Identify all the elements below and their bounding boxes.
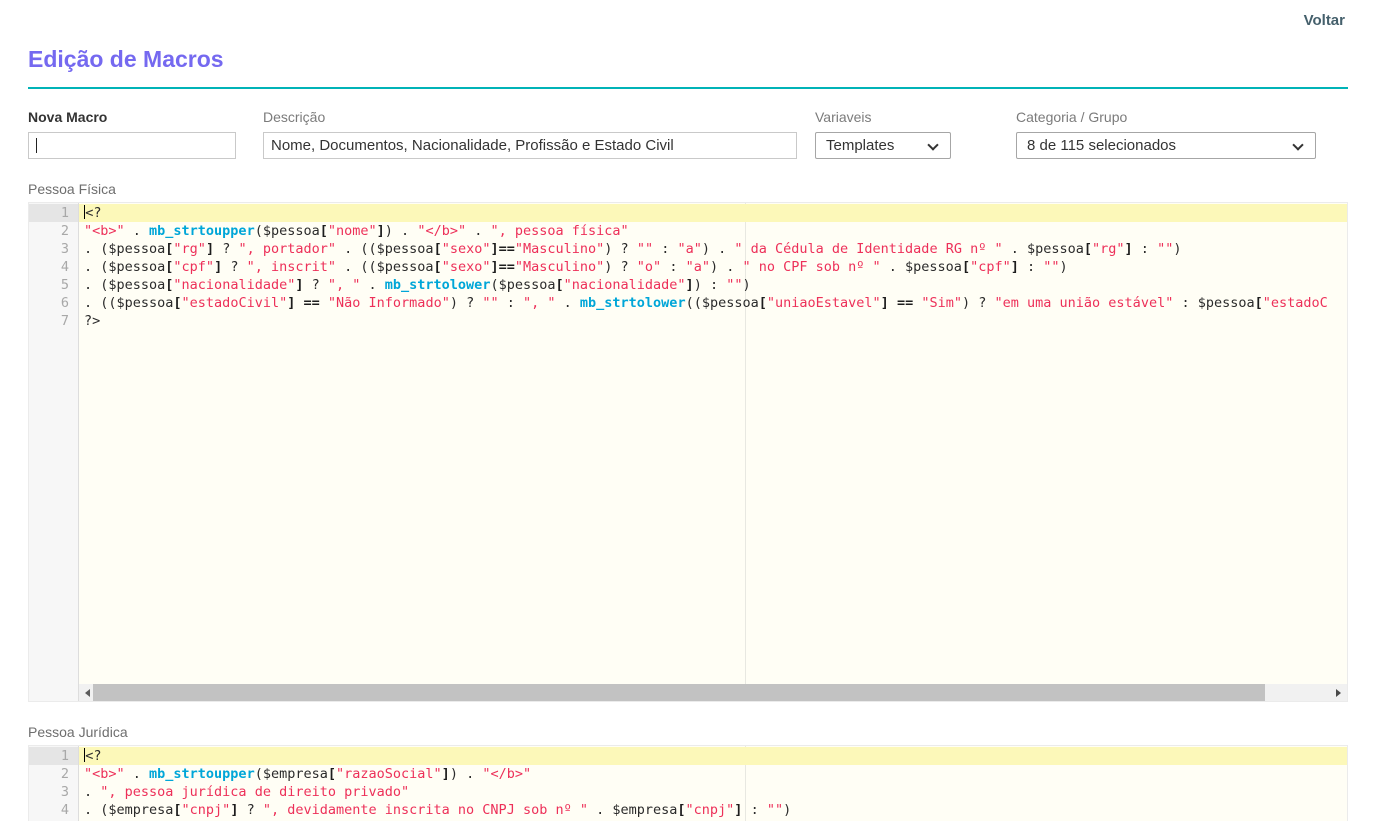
scrollbar-thumb[interactable] xyxy=(93,684,1265,701)
pessoa-juridica-editor[interactable]: 123456 <?"<b>" . mb_strtoupper($empresa[… xyxy=(28,745,1348,821)
line-number-gutter: 123456 xyxy=(29,746,79,821)
nova-macro-field: Nova Macro xyxy=(28,109,236,159)
line-number: 5 xyxy=(29,276,78,294)
code-line[interactable]: . (($pessoa["estadoCivil"] == "Não Infor… xyxy=(79,294,1347,312)
chevron-down-icon xyxy=(1292,139,1303,150)
code-lines[interactable]: <?"<b>" . mb_strtoupper($pessoa["nome"])… xyxy=(79,203,1347,684)
line-number: 3 xyxy=(29,783,78,801)
variaveis-field: Variaveis Templates xyxy=(815,109,951,159)
line-number: 6 xyxy=(29,294,78,312)
pessoa-juridica-label: Pessoa Jurídica xyxy=(28,724,1348,740)
line-number: 1 xyxy=(29,204,78,222)
code-line[interactable]: "<b>" . mb_strtoupper($pessoa["nome"]) .… xyxy=(79,222,1347,240)
text-caret xyxy=(36,138,37,153)
variaveis-selected-value: Templates xyxy=(826,137,894,154)
code-line[interactable]: . ($pessoa["rg"] ? ", portador" . (($pes… xyxy=(79,240,1347,258)
categoria-select[interactable]: 8 de 115 selecionados xyxy=(1016,132,1316,159)
horizontal-scrollbar[interactable] xyxy=(79,684,1347,701)
code-line[interactable]: . ($pessoa["nacionalidade"] ? ", " . mb_… xyxy=(79,276,1347,294)
code-line[interactable]: <? xyxy=(79,747,1347,765)
code-line[interactable]: "<b>" . mb_strtoupper($empresa["razaoSoc… xyxy=(79,765,1347,783)
line-number: 7 xyxy=(29,312,78,330)
scroll-right-button[interactable] xyxy=(1330,684,1347,701)
code-line[interactable]: . ($pessoa["cpf"] ? ", inscrit" . (($pes… xyxy=(79,258,1347,276)
pessoa-fisica-label: Pessoa Física xyxy=(28,181,1348,197)
triangle-right-icon xyxy=(1336,689,1341,697)
page-title: Edição de Macros xyxy=(28,46,1348,73)
nova-macro-input[interactable] xyxy=(28,132,236,159)
line-number: 2 xyxy=(29,765,78,783)
back-link[interactable]: Voltar xyxy=(1304,12,1345,29)
code-area[interactable]: <?"<b>" . mb_strtoupper($empresa["razaoS… xyxy=(79,746,1347,821)
line-number-gutter: 1234567 xyxy=(29,203,79,701)
descricao-input[interactable] xyxy=(263,132,797,159)
categoria-label: Categoria / Grupo xyxy=(1016,109,1316,125)
code-line[interactable]: ?> xyxy=(79,312,1347,330)
code-lines[interactable]: <?"<b>" . mb_strtoupper($empresa["razaoS… xyxy=(79,746,1347,821)
code-line[interactable]: . ", pessoa jurídica de direito privado" xyxy=(79,783,1347,801)
line-number: 4 xyxy=(29,801,78,819)
variaveis-label: Variaveis xyxy=(815,109,951,125)
title-divider xyxy=(28,87,1348,89)
pessoa-fisica-editor[interactable]: 1234567 <?"<b>" . mb_strtoupper($pessoa[… xyxy=(28,202,1348,702)
descricao-label: Descrição xyxy=(263,109,797,125)
line-number: 2 xyxy=(29,222,78,240)
code-area[interactable]: <?"<b>" . mb_strtoupper($pessoa["nome"])… xyxy=(79,203,1347,701)
descricao-field: Descrição xyxy=(263,109,797,159)
triangle-left-icon xyxy=(85,689,90,697)
chevron-down-icon xyxy=(927,139,938,150)
macro-form: Nova Macro Descrição Variaveis Templates… xyxy=(28,109,1348,159)
categoria-field: Categoria / Grupo 8 de 115 selecionados xyxy=(1016,109,1316,159)
page-content: Edição de Macros Nova Macro Descrição Va… xyxy=(0,46,1378,821)
code-line[interactable]: <? xyxy=(79,204,1347,222)
line-number: 4 xyxy=(29,258,78,276)
line-number: 1 xyxy=(29,747,78,765)
categoria-selected-value: 8 de 115 selecionados xyxy=(1027,137,1176,154)
variaveis-select[interactable]: Templates xyxy=(815,132,951,159)
nova-macro-label: Nova Macro xyxy=(28,109,236,125)
line-number: 3 xyxy=(29,240,78,258)
code-line[interactable]: . ($empresa["cnpj"] ? ", devidamente ins… xyxy=(79,801,1347,819)
